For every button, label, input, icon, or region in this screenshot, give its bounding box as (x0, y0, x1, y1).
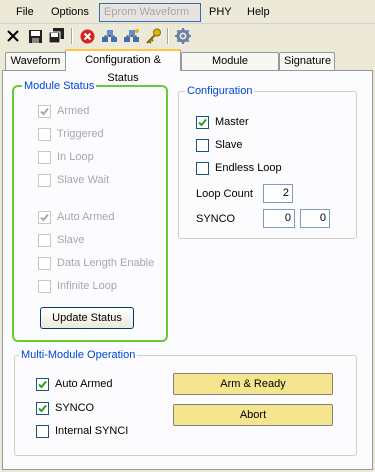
triggered-label: Triggered (57, 128, 104, 140)
slave-wait-checkbox-row: Slave Wait (38, 172, 109, 188)
config-slave-checkbox[interactable] (196, 138, 209, 152)
menu-phy[interactable]: PHY (205, 4, 236, 21)
network-alt-icon[interactable] (122, 27, 140, 45)
toolbar-separator (167, 28, 169, 44)
multi-module-title: Multi-Module Operation (19, 348, 138, 362)
loop-count-label: Loop Count (196, 188, 253, 200)
slave-wait-label: Slave Wait (57, 174, 110, 186)
toolbar-separator (71, 28, 73, 44)
in-loop-checkbox[interactable] (38, 150, 51, 164)
key-icon[interactable] (144, 27, 162, 45)
arm-ready-button[interactable]: Arm & Ready (173, 373, 333, 395)
status-slave-label: Slave (57, 234, 85, 246)
status-slave-checkbox-row: Slave (38, 232, 85, 248)
mm-auto-armed-checkbox-row: Auto Armed (36, 376, 112, 392)
menu-options[interactable]: Options (47, 4, 93, 21)
tab-signature[interactable]: Signature (279, 52, 335, 70)
slave-wait-checkbox[interactable] (38, 173, 51, 187)
settings-icon[interactable] (174, 27, 192, 45)
loop-count-input[interactable]: 2 (263, 184, 293, 203)
status-auto-armed-checkbox[interactable] (38, 210, 51, 224)
tab-module-parameter[interactable]: Module Parameter (181, 52, 279, 83)
status-slave-checkbox[interactable] (38, 233, 51, 247)
armed-label: Armed (57, 105, 90, 117)
menu-file[interactable]: File (12, 4, 38, 21)
mm-synco-label: SYNCO (55, 402, 95, 414)
internal-synci-label: Internal SYNCI (55, 425, 129, 437)
tab-strip: Waveform Configuration & Status Module P… (0, 49, 375, 84)
synco-input-2[interactable]: 0 (300, 209, 330, 228)
status-auto-armed-checkbox-row: Auto Armed (38, 209, 114, 225)
configuration-title: Configuration (185, 84, 255, 98)
synco-label: SYNCO (196, 213, 236, 225)
infinite-loop-checkbox[interactable] (38, 279, 51, 293)
close-icon[interactable] (4, 27, 22, 45)
triggered-checkbox-row: Triggered (38, 126, 104, 142)
endless-loop-checkbox[interactable] (196, 161, 209, 175)
mm-auto-armed-label: Auto Armed (55, 378, 113, 390)
infinite-loop-label: Infinite Loop (57, 280, 117, 292)
network-icon[interactable] (100, 27, 118, 45)
in-loop-label: In Loop (57, 151, 94, 163)
data-length-enable-checkbox-row: Data Length Enable (38, 255, 154, 271)
endless-loop-label: Endless Loop (215, 162, 282, 174)
internal-synci-checkbox[interactable] (36, 424, 49, 438)
data-length-enable-label: Data Length Enable (57, 257, 155, 269)
config-slave-checkbox-row: Slave (196, 137, 243, 153)
save-icon[interactable] (26, 27, 44, 45)
master-checkbox[interactable] (196, 115, 209, 129)
toolbar (0, 24, 375, 48)
in-loop-checkbox-row: In Loop (38, 149, 94, 165)
tab-configuration-status[interactable]: Configuration & Status (65, 49, 181, 84)
internal-synci-checkbox-row: Internal SYNCI (36, 423, 128, 439)
infinite-loop-checkbox-row: Infinite Loop (38, 278, 117, 294)
master-checkbox-row: Master (196, 114, 249, 130)
mm-synco-checkbox-row: SYNCO (36, 400, 94, 416)
menu-bar: File Options Eprom Waveform PHY Help (0, 0, 375, 24)
mm-auto-armed-checkbox[interactable] (36, 377, 49, 391)
save-all-icon[interactable] (48, 27, 66, 45)
armed-checkbox-row: Armed (38, 103, 89, 119)
module-status-title: Module Status (22, 79, 97, 93)
menu-help[interactable]: Help (243, 4, 274, 21)
synco-input-1[interactable]: 0 (263, 209, 295, 228)
endless-loop-checkbox-row: Endless Loop (196, 160, 282, 176)
triggered-checkbox[interactable] (38, 127, 51, 141)
tab-waveform[interactable]: Waveform (5, 52, 66, 70)
data-length-enable-checkbox[interactable] (38, 256, 51, 270)
mm-synco-checkbox[interactable] (36, 401, 49, 415)
stop-icon[interactable] (78, 27, 96, 45)
status-auto-armed-label: Auto Armed (57, 211, 115, 223)
master-label: Master (215, 116, 249, 128)
update-status-button[interactable]: Update Status (40, 307, 134, 329)
config-slave-label: Slave (215, 139, 243, 151)
abort-button[interactable]: Abort (173, 404, 333, 426)
armed-checkbox[interactable] (38, 104, 51, 118)
menu-eprom-waveform[interactable]: Eprom Waveform (99, 3, 201, 22)
